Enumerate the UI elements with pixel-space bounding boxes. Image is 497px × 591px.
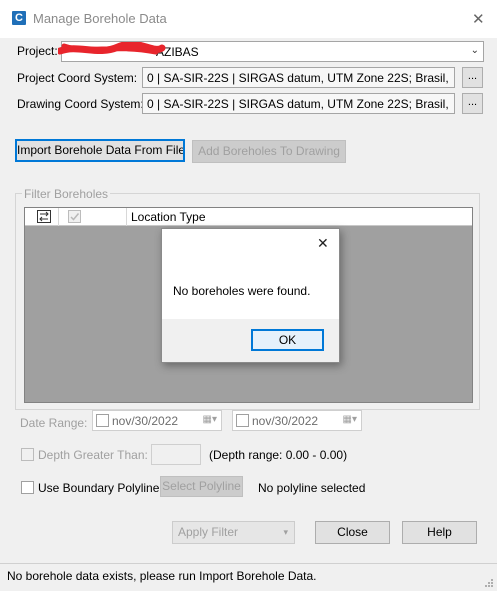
project-coord-value: 0 | SA-SIR-22S | SIRGAS datum, UTM Zone …	[147, 71, 452, 85]
redaction-scribble	[58, 42, 166, 55]
date-from-picker[interactable]: nov/30/2022 ▦▾	[92, 410, 222, 431]
calendar-icon: ▦▾	[342, 414, 357, 425]
select-all-checkbox[interactable]	[68, 210, 81, 223]
message-close-icon[interactable]: ✕	[317, 235, 329, 252]
filter-group-title: Filter Boreholes	[22, 187, 111, 201]
title-bar: C Manage Borehole Data ✕	[0, 0, 497, 38]
grid-header-check-cell[interactable]	[59, 208, 127, 226]
grid-header-swap-cell[interactable]	[25, 208, 59, 226]
date-from-value: nov/30/2022	[112, 414, 179, 428]
date-to-checkbox[interactable]	[236, 414, 249, 427]
message-footer: OK	[162, 319, 339, 362]
apply-filter-dropdown[interactable]: Apply Filter ▾	[172, 521, 295, 544]
help-button[interactable]: Help	[402, 521, 477, 544]
ok-button[interactable]: OK	[251, 329, 324, 351]
swap-icon	[37, 210, 51, 223]
app-icon: C	[12, 11, 26, 25]
status-bar: No borehole data exists, please run Impo…	[0, 563, 497, 591]
add-boreholes-button[interactable]: Add Boreholes To Drawing	[192, 140, 346, 163]
project-coord-field: 0 | SA-SIR-22S | SIRGAS datum, UTM Zone …	[142, 67, 455, 88]
date-from-checkbox[interactable]	[96, 414, 109, 427]
import-borehole-button[interactable]: Import Borehole Data From File	[15, 139, 185, 162]
project-coord-label: Project Coord System:	[17, 71, 138, 85]
date-to-picker[interactable]: nov/30/2022 ▦▾	[232, 410, 362, 431]
chevron-down-icon: ⌄	[470, 45, 479, 56]
boundary-label: Use Boundary Polyline:	[38, 481, 163, 495]
checkmark-icon	[70, 213, 80, 221]
project-coord-browse-button[interactable]: ...	[462, 67, 483, 88]
select-polyline-button[interactable]: Select Polyline	[160, 476, 243, 497]
polyline-status: No polyline selected	[258, 481, 366, 495]
apply-filter-label: Apply Filter	[178, 525, 239, 539]
manage-borehole-dialog: C Manage Borehole Data ✕ Project: AZIBAS…	[0, 0, 497, 591]
grid-header: Location Type	[25, 208, 472, 226]
drawing-coord-field: 0 | SA-SIR-22S | SIRGAS datum, UTM Zone …	[142, 93, 455, 114]
calendar-icon: ▦▾	[202, 414, 217, 425]
window-title: Manage Borehole Data	[33, 11, 167, 26]
drawing-coord-label: Drawing Coord System:	[17, 97, 144, 111]
project-label: Project:	[17, 44, 58, 58]
depth-range-text: (Depth range: 0.00 - 0.00)	[209, 448, 348, 462]
depth-checkbox[interactable]	[21, 448, 34, 461]
boundary-checkbox[interactable]	[21, 481, 34, 494]
message-text: No boreholes were found.	[173, 284, 311, 298]
message-box: ✕ No boreholes were found. OK	[161, 228, 340, 363]
date-range-label: Date Range:	[20, 416, 88, 430]
grid-column-location-type[interactable]: Location Type	[131, 210, 206, 224]
close-button[interactable]: Close	[315, 521, 390, 544]
drawing-coord-value: 0 | SA-SIR-22S | SIRGAS datum, UTM Zone …	[147, 97, 452, 111]
drawing-coord-browse-button[interactable]: ...	[462, 93, 483, 114]
date-to-value: nov/30/2022	[252, 414, 319, 428]
status-text: No borehole data exists, please run Impo…	[7, 569, 317, 583]
dropdown-arrow-icon: ▾	[283, 527, 288, 537]
resize-grip-icon[interactable]	[484, 578, 494, 588]
depth-label: Depth Greater Than:	[38, 448, 148, 462]
depth-input[interactable]	[151, 444, 201, 465]
close-icon[interactable]: ✕	[472, 10, 485, 28]
